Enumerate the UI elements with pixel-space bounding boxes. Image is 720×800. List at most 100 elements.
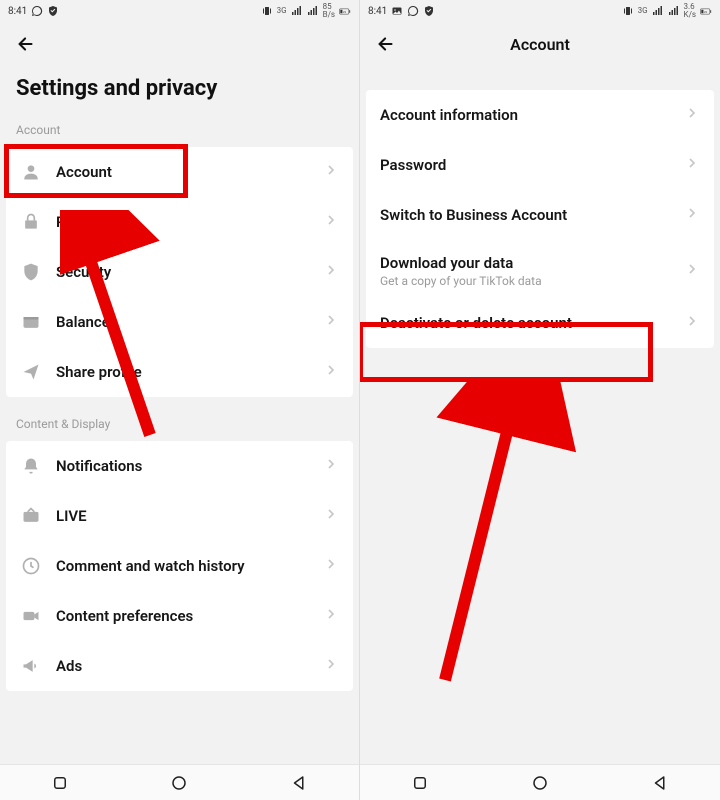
row-label: Password [380, 156, 684, 174]
chevron-right-icon [684, 105, 700, 125]
lock-icon [20, 211, 42, 233]
chevron-right-icon [323, 262, 339, 282]
live-row[interactable]: LIVE [6, 491, 353, 541]
back-button[interactable] [12, 30, 40, 58]
row-label: Deactivate or delete account [380, 314, 684, 332]
network-type: 3G [638, 7, 648, 15]
section-content-label: Content & Display [0, 413, 359, 441]
network-type: 3G [277, 7, 287, 15]
chevron-right-icon [323, 506, 339, 526]
nav-home-button[interactable] [168, 772, 190, 794]
page-title: Settings and privacy [0, 66, 359, 119]
share-profile-row[interactable]: Share profile [6, 347, 353, 397]
notifications-row[interactable]: Notifications [6, 441, 353, 491]
chevron-right-icon [323, 606, 339, 626]
row-label: LIVE [56, 507, 323, 525]
history-row[interactable]: Comment and watch history [6, 541, 353, 591]
row-label: Privacy [56, 213, 323, 231]
clock-icon [20, 555, 42, 577]
security-row[interactable]: Security [6, 247, 353, 297]
row-label: Account information [380, 106, 684, 124]
row-label: Download your data [380, 254, 684, 272]
image-icon [391, 5, 403, 17]
back-button[interactable] [372, 30, 400, 58]
battery-icon: 22 [339, 5, 351, 17]
account-info-row[interactable]: Account information [366, 90, 714, 140]
settings-content: Account Account Privacy [0, 119, 359, 764]
chevron-right-icon [323, 212, 339, 232]
chevron-right-icon [684, 261, 700, 281]
chevron-right-icon [684, 155, 700, 175]
shield-check-icon [423, 5, 435, 17]
megaphone-icon [20, 655, 42, 677]
settings-screen: 8:41 3G 85B/s 22 [0, 0, 360, 800]
row-sublabel: Get a copy of your TikTok data [380, 274, 684, 288]
row-label: Content preferences [56, 607, 323, 625]
battery-icon: 22 [700, 5, 712, 17]
row-label: Notifications [56, 457, 323, 475]
nav-recent-button[interactable] [49, 772, 71, 794]
shield-icon [20, 261, 42, 283]
row-label: Account [56, 163, 323, 181]
password-row[interactable]: Password [366, 140, 714, 190]
row-label: Ads [56, 657, 323, 675]
deactivate-row[interactable]: Deactivate or delete account [366, 298, 714, 348]
signal-icon-1 [652, 5, 664, 17]
nav-home-button[interactable] [529, 772, 551, 794]
account-row[interactable]: Account [6, 147, 353, 197]
status-time: 8:41 [368, 6, 387, 17]
header-title: Account [360, 35, 720, 54]
bell-icon [20, 455, 42, 477]
row-label: Balance [56, 313, 323, 331]
content-pref-row[interactable]: Content preferences [6, 591, 353, 641]
live-icon [20, 505, 42, 527]
nav-back-button[interactable] [288, 772, 310, 794]
chevron-right-icon [323, 162, 339, 182]
wallet-icon [20, 311, 42, 333]
nav-recent-button[interactable] [409, 772, 431, 794]
svg-text:22: 22 [343, 9, 347, 13]
ads-row[interactable]: Ads [6, 641, 353, 691]
person-icon [20, 161, 42, 183]
account-card: Account Privacy Security [6, 147, 353, 397]
status-bar: 8:41 3G 3.6K/s 22 [360, 0, 720, 22]
header: Account [360, 22, 720, 66]
account-content: Account information Password Switch to B… [360, 66, 720, 764]
row-label: Security [56, 263, 323, 281]
account-screen: 8:41 3G 3.6K/s 22 [360, 0, 720, 800]
svg-text:22: 22 [704, 9, 708, 13]
business-account-row[interactable]: Switch to Business Account [366, 190, 714, 240]
header [0, 22, 359, 66]
chevron-right-icon [323, 362, 339, 382]
status-bar: 8:41 3G 85B/s 22 [0, 0, 359, 22]
privacy-row[interactable]: Privacy [6, 197, 353, 247]
chevron-right-icon [323, 656, 339, 676]
video-icon [20, 605, 42, 627]
signal-icon-1 [291, 5, 303, 17]
net-speed: 85B/s [323, 3, 335, 19]
share-icon [20, 361, 42, 383]
chevron-right-icon [684, 205, 700, 225]
nav-back-button[interactable] [649, 772, 671, 794]
chevron-right-icon [323, 556, 339, 576]
signal-icon-2 [307, 5, 319, 17]
signal-icon-2 [668, 5, 680, 17]
chevron-right-icon [323, 312, 339, 332]
status-time: 8:41 [8, 6, 27, 17]
whatsapp-icon [407, 5, 419, 17]
net-speed: 3.6K/s [684, 3, 696, 19]
row-label: Comment and watch history [56, 557, 323, 575]
download-data-row[interactable]: Download your data Get a copy of your Ti… [366, 240, 714, 298]
account-options-card: Account information Password Switch to B… [366, 90, 714, 348]
chevron-right-icon [323, 456, 339, 476]
content-card: Notifications LIVE Comment and watch his… [6, 441, 353, 691]
row-label: Share profile [56, 363, 323, 381]
chevron-right-icon [684, 313, 700, 333]
row-label: Switch to Business Account [380, 206, 684, 224]
balance-row[interactable]: Balance [6, 297, 353, 347]
vibrate-icon [261, 5, 273, 17]
section-account-label: Account [0, 119, 359, 147]
vibrate-icon [622, 5, 634, 17]
shield-check-icon [47, 5, 59, 17]
android-navbar [0, 764, 359, 800]
